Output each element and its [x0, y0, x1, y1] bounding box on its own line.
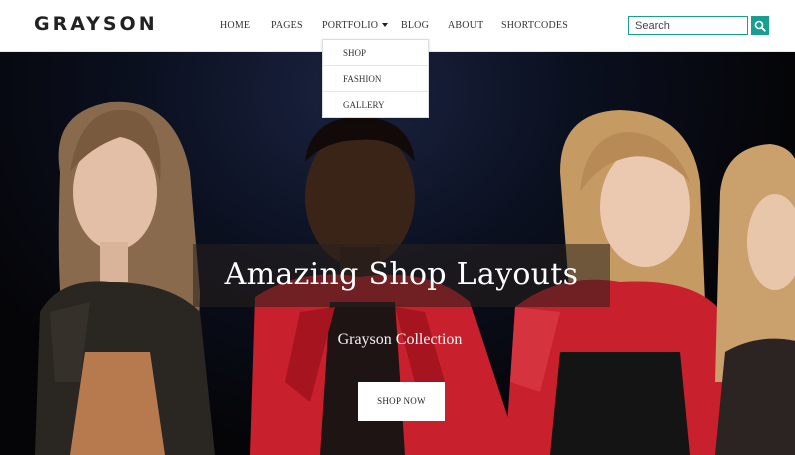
- dropdown-item-shop[interactable]: SHOP: [323, 40, 428, 66]
- nav-about[interactable]: ABOUT: [448, 20, 483, 31]
- site-logo[interactable]: GRAYSON: [34, 13, 158, 35]
- dropdown-item-fashion[interactable]: FASHION: [323, 66, 428, 92]
- shop-now-button[interactable]: SHOP NOW: [358, 382, 445, 421]
- nav-shortcodes[interactable]: SHORTCODES: [501, 20, 568, 31]
- nav-portfolio-label: PORTFOLIO: [322, 20, 379, 31]
- nav-portfolio[interactable]: PORTFOLIO: [322, 20, 389, 31]
- search-input[interactable]: [628, 16, 748, 35]
- dropdown-item-gallery[interactable]: GALLERY: [323, 92, 428, 118]
- nav-pages[interactable]: PAGES: [271, 20, 303, 31]
- hero-headline: Amazing Shop Layouts: [224, 257, 579, 292]
- nav-blog[interactable]: BLOG: [401, 20, 429, 31]
- model-far-right: [715, 144, 795, 455]
- caret-down-icon: [382, 23, 389, 27]
- search-icon: [754, 20, 766, 32]
- portfolio-dropdown: SHOP FASHION GALLERY: [322, 39, 429, 118]
- nav-home[interactable]: HOME: [220, 20, 250, 31]
- model-left: [35, 101, 215, 455]
- search-button[interactable]: [751, 16, 769, 35]
- hero-subheadline: Grayson Collection: [337, 331, 463, 348]
